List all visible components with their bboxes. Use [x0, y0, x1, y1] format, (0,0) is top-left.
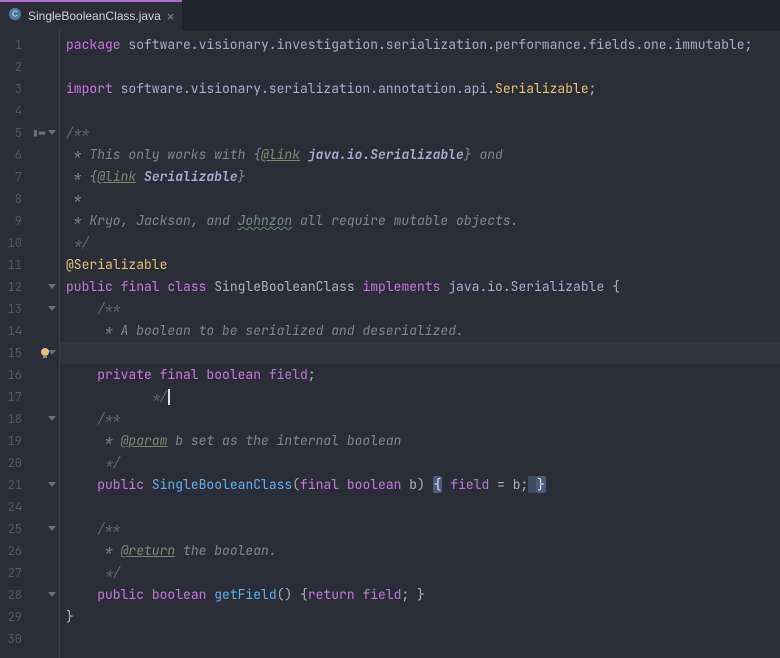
java-class-icon: C	[8, 7, 22, 25]
fold-toggle[interactable]	[47, 479, 57, 489]
fold-toggle[interactable]	[47, 413, 57, 423]
close-icon[interactable]: ×	[167, 9, 175, 24]
code-editor[interactable]: 1234567891011121314151617181920212425262…	[0, 30, 780, 658]
fold-toggle[interactable]	[47, 523, 57, 533]
fold-toggle[interactable]	[47, 281, 57, 291]
bookmark-icon: ▮▬	[32, 126, 45, 140]
fold-toggle[interactable]	[47, 589, 57, 599]
fold-toggle[interactable]	[47, 127, 57, 137]
intention-bulb-icon[interactable]	[38, 345, 52, 359]
tab-bar: C SingleBooleanClass.java ×	[0, 0, 780, 30]
fold-toggle[interactable]	[47, 303, 57, 313]
line-gutter: 1234567891011121314151617181920212425262…	[0, 30, 30, 658]
svg-text:C: C	[12, 10, 18, 19]
tab-filename: SingleBooleanClass.java	[28, 9, 161, 23]
file-tab[interactable]: C SingleBooleanClass.java ×	[0, 0, 182, 30]
code-area[interactable]: package software.visionary.investigation…	[60, 30, 780, 658]
fold-gutter: ▮▬	[30, 30, 60, 658]
